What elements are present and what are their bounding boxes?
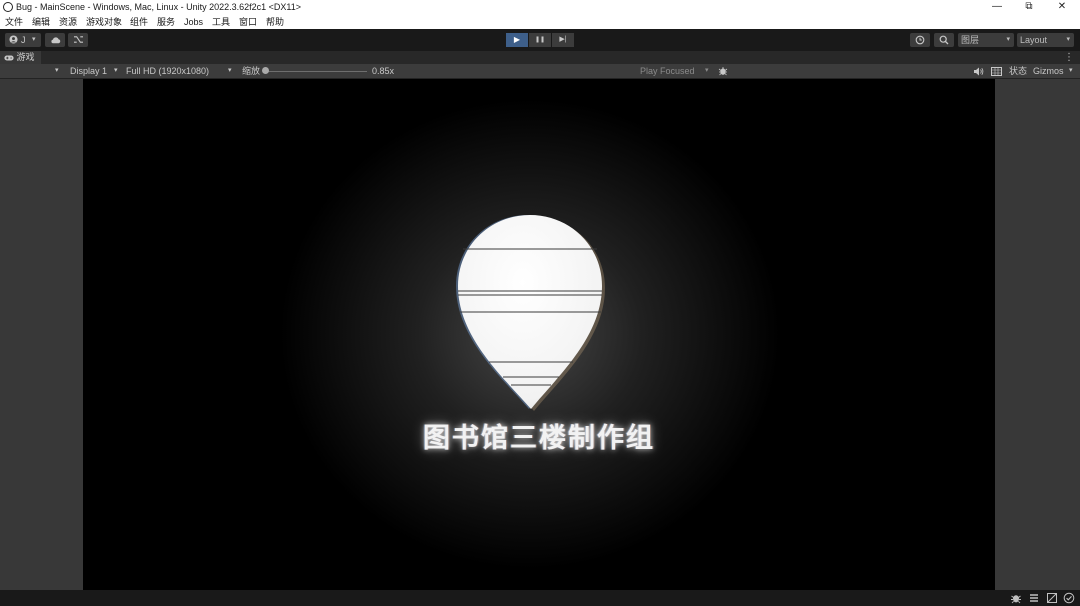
window-title: Bug - MainScene - Windows, Mac, Linux - … xyxy=(16,2,301,12)
menu-file[interactable]: 文件 xyxy=(5,16,23,28)
menu-window[interactable]: 窗口 xyxy=(239,16,257,28)
display-dropdown[interactable]: Display 1 xyxy=(70,64,107,78)
gamepad-icon xyxy=(4,55,14,61)
chevron-down-icon: ▾ xyxy=(705,67,709,74)
scale-slider-track[interactable] xyxy=(265,71,367,72)
undo-history-button[interactable] xyxy=(910,33,930,47)
studio-logo-text: 图书馆三楼制作组 xyxy=(423,423,655,454)
cloud-icon xyxy=(50,37,60,44)
grid-icon[interactable] xyxy=(991,67,1002,76)
tab-strip: 游戏 ⋮ xyxy=(0,51,1080,64)
maximize-button[interactable]: ⧉ xyxy=(1012,0,1046,15)
game-view[interactable]: 图书馆三楼制作组 xyxy=(83,79,995,590)
layers-label: 图层 xyxy=(961,35,980,45)
chevron-down-icon: ▾ xyxy=(1006,36,1010,43)
main-toolbar: J ▾ ▶ ❚❚ ▶| 图层 ▾ Layout ▾ xyxy=(0,29,1080,51)
check-circle-icon[interactable] xyxy=(1063,592,1075,604)
scale-label: 缩放 xyxy=(242,66,261,76)
menu-jobs[interactable]: Jobs xyxy=(184,16,203,28)
tab-game-label: 游戏 xyxy=(16,52,35,62)
pause-button[interactable]: ❚❚ xyxy=(529,33,551,47)
version-control-icon xyxy=(73,36,83,43)
close-button[interactable]: ✕ xyxy=(1045,0,1079,15)
step-button[interactable]: ▶| xyxy=(552,33,574,47)
menu-help[interactable]: 帮助 xyxy=(266,16,284,28)
gizmos-button[interactable]: Gizmos xyxy=(1033,64,1064,78)
search-icon xyxy=(939,35,949,45)
unity-logo-icon xyxy=(3,2,13,12)
chevron-down-icon: ▾ xyxy=(1066,36,1070,43)
layers-dropdown[interactable]: 图层 ▾ xyxy=(958,33,1014,47)
account-dropdown[interactable]: J ▾ xyxy=(5,33,41,47)
window-title-bar: Bug - MainScene - Windows, Mac, Linux - … xyxy=(0,0,1080,15)
resolution-dropdown[interactable]: Full HD (1920x1080) xyxy=(126,64,209,78)
chevron-down-icon: ▾ xyxy=(114,67,118,74)
audio-icon[interactable] xyxy=(973,67,984,76)
account-icon xyxy=(9,35,18,44)
bug-icon[interactable] xyxy=(718,66,728,76)
menu-tools[interactable]: 工具 xyxy=(212,16,230,28)
game-view-toolbar: ▾ Display 1 ▾ Full HD (1920x1080) ▾ 缩放 0… xyxy=(0,64,1080,79)
chevron-down-icon: ▾ xyxy=(32,36,36,43)
cloud-button[interactable] xyxy=(45,33,65,47)
menu-bar: 文件 编辑 资源 游戏对象 组件 服务 Jobs 工具 窗口 帮助 xyxy=(0,15,1080,29)
tab-game[interactable]: 游戏 xyxy=(0,51,41,64)
menu-services[interactable]: 服务 xyxy=(157,16,175,28)
search-button[interactable] xyxy=(934,33,954,47)
menu-edit[interactable]: 编辑 xyxy=(32,16,50,28)
debug-icon[interactable] xyxy=(1010,592,1022,604)
version-control-button[interactable] xyxy=(68,33,88,47)
minimize-button[interactable]: — xyxy=(980,0,1014,15)
layout-dropdown[interactable]: Layout ▾ xyxy=(1017,33,1074,47)
menu-component[interactable]: 组件 xyxy=(130,16,148,28)
layout-label: Layout xyxy=(1020,35,1048,45)
history-icon xyxy=(915,35,925,45)
play-mode-dropdown[interactable]: Play Focused xyxy=(640,64,695,78)
account-label: J xyxy=(21,35,26,45)
play-button[interactable]: ▶ xyxy=(506,33,528,47)
menu-gameobject[interactable]: 游戏对象 xyxy=(86,16,122,28)
more-options-icon[interactable]: ⋮ xyxy=(1064,51,1074,64)
scale-slider-handle[interactable] xyxy=(262,67,269,74)
game-type-dropdown-chevron-down-icon[interactable]: ▾ xyxy=(55,64,59,78)
progress-stack-icon[interactable] xyxy=(1028,592,1040,604)
status-bar xyxy=(0,590,1080,606)
stats-button[interactable]: 状态 xyxy=(1009,64,1027,78)
chevron-down-icon: ▾ xyxy=(228,67,232,74)
menu-assets[interactable]: 资源 xyxy=(59,16,77,28)
scale-value: 0.85x xyxy=(372,66,395,76)
scene-tools-icon[interactable] xyxy=(1046,592,1058,604)
chevron-down-icon[interactable]: ▾ xyxy=(1069,64,1073,78)
map-pin-icon xyxy=(456,215,605,411)
play-controls: ▶ ❚❚ ▶| xyxy=(506,33,574,47)
